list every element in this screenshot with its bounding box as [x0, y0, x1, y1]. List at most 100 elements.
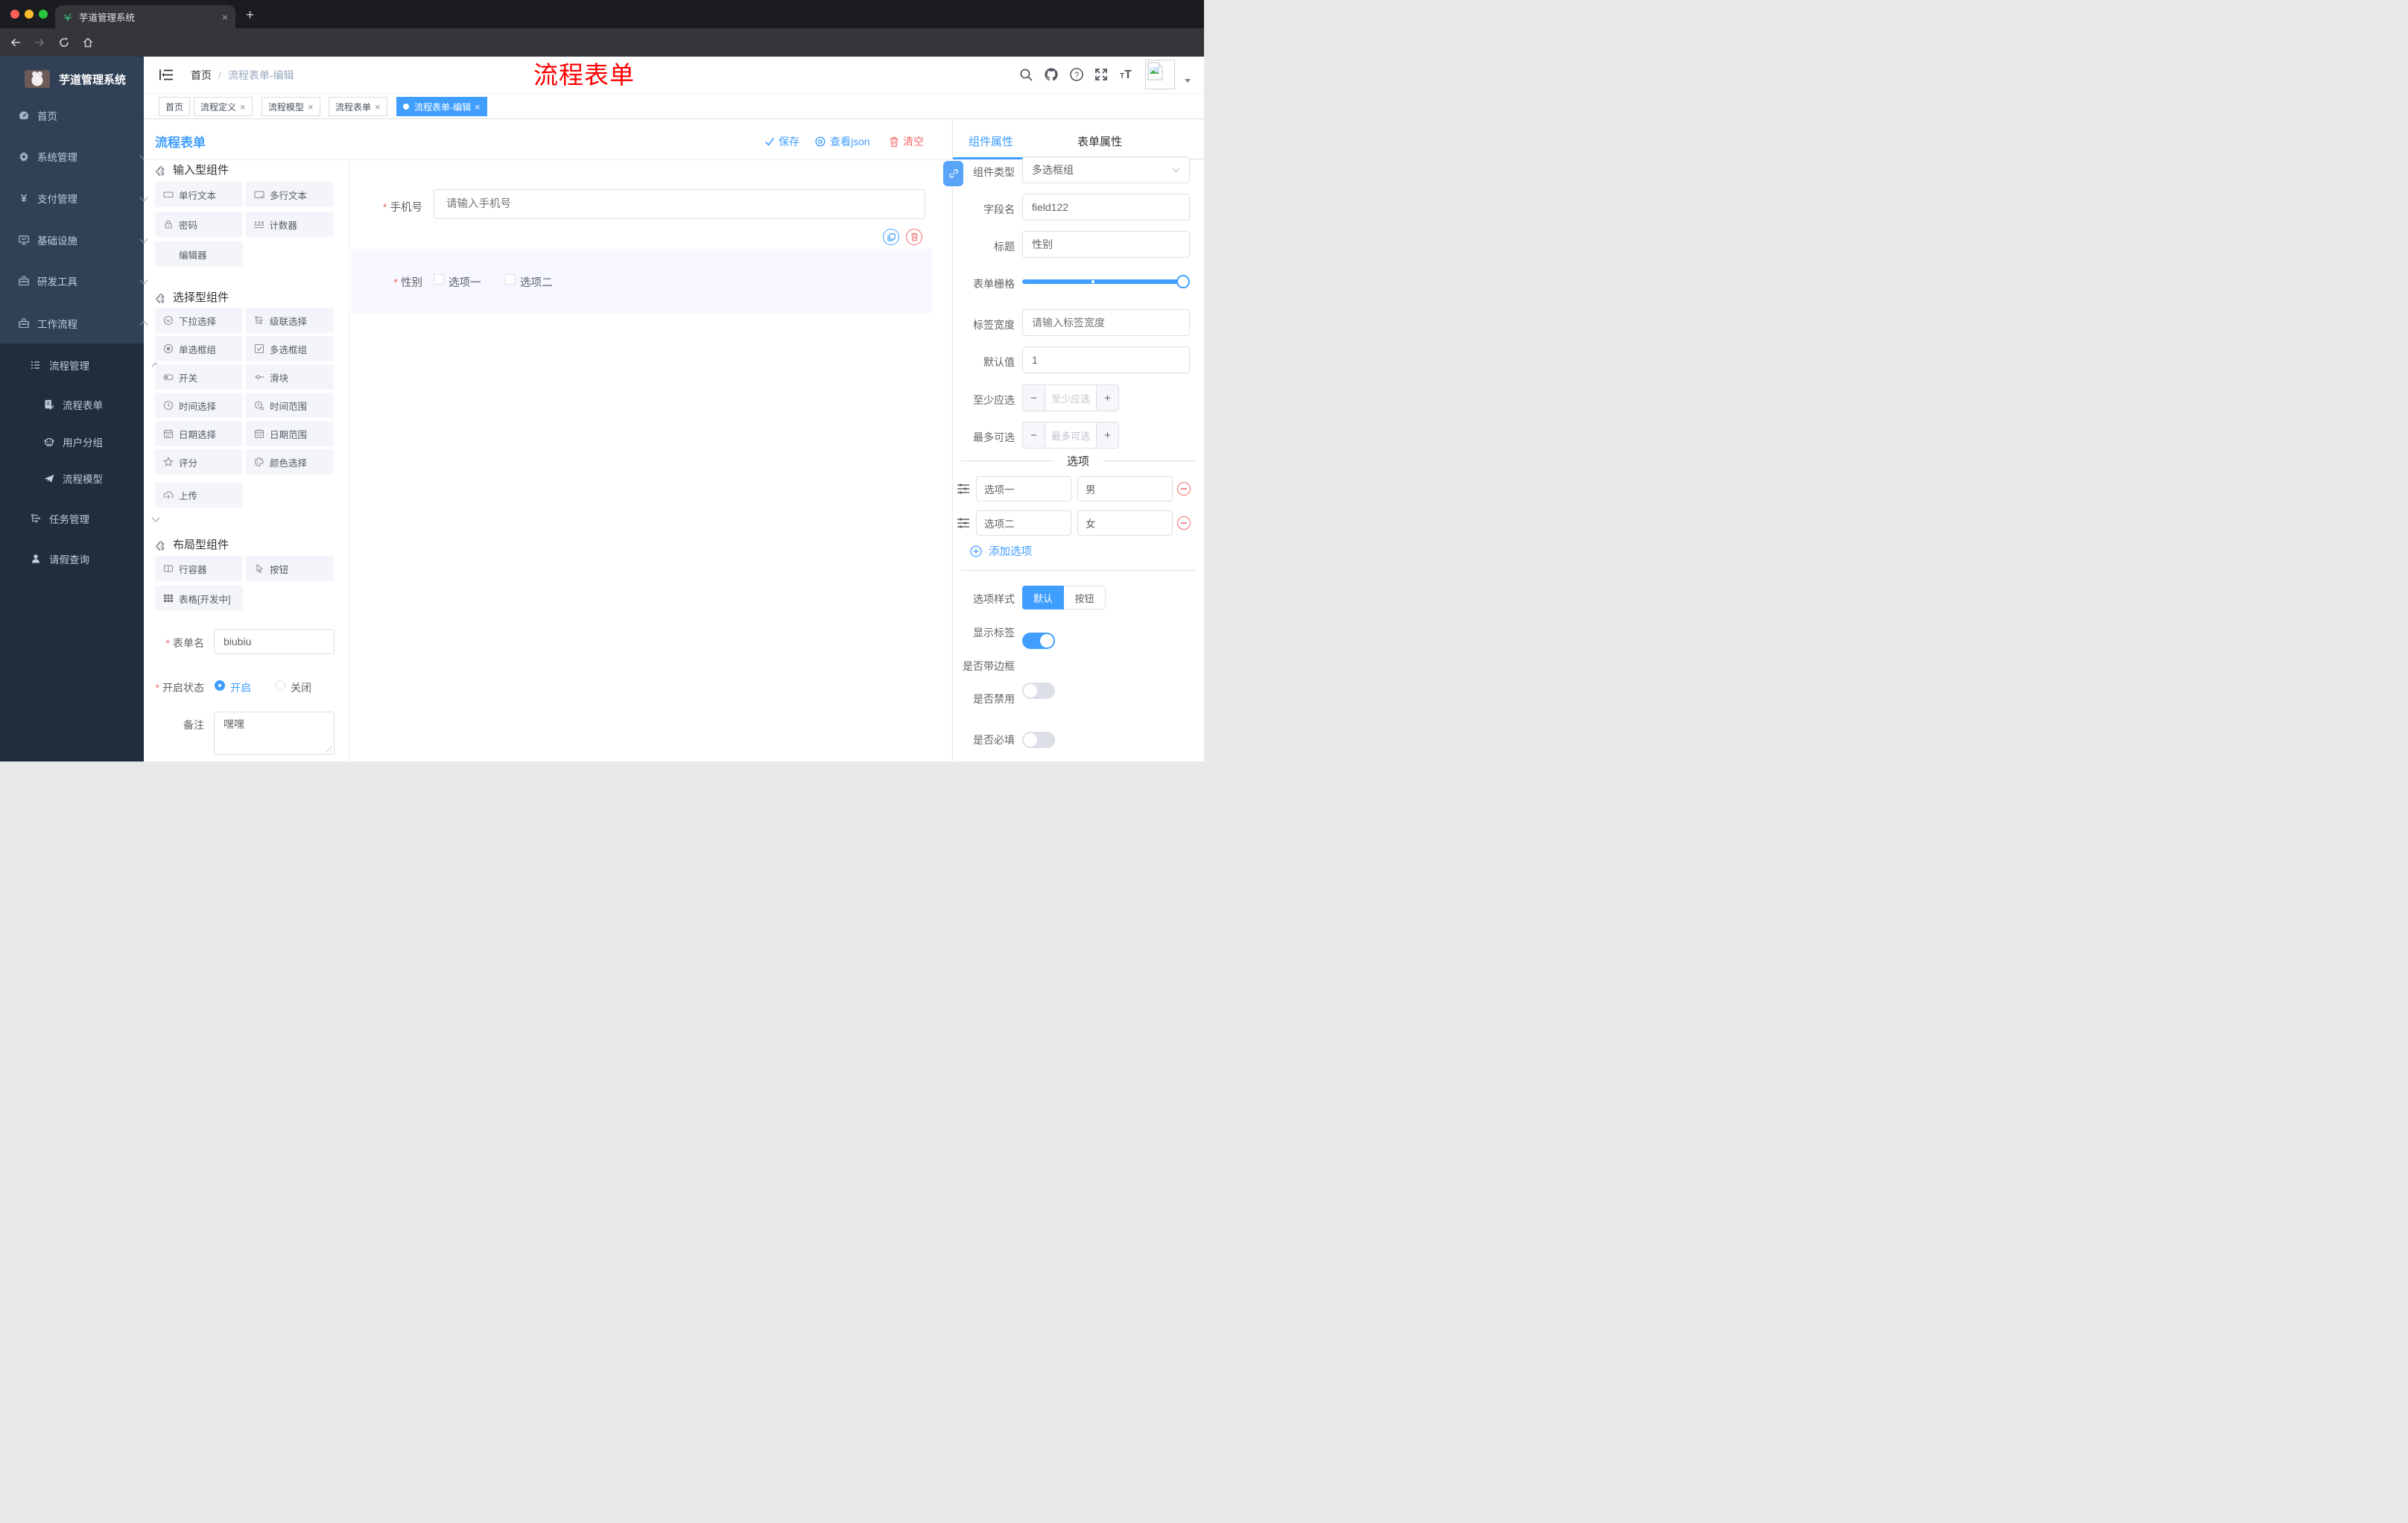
- palette-item-button[interactable]: 按钮: [246, 556, 334, 581]
- min-select-placeholder[interactable]: 至少应选: [1045, 391, 1096, 405]
- option2-value-input[interactable]: [1077, 510, 1173, 536]
- sidebar-logo[interactable]: 芋道管理系统: [0, 57, 144, 101]
- copy-component-button[interactable]: [883, 229, 899, 245]
- title-input[interactable]: [1022, 231, 1190, 258]
- palette-item-row-container[interactable]: 行容器: [155, 556, 243, 581]
- border-toggle[interactable]: [1022, 683, 1055, 699]
- traffic-light-close[interactable]: [10, 10, 19, 19]
- field-name-input[interactable]: [1022, 194, 1190, 221]
- resize-handle[interactable]: [326, 746, 332, 753]
- form-name-input[interactable]: [214, 629, 335, 654]
- palette-item-color-picker[interactable]: 颜色选择: [246, 449, 334, 475]
- tag-close-icon[interactable]: ×: [308, 101, 314, 113]
- remove-option1-button[interactable]: [1177, 482, 1191, 495]
- sidebar-item-infra[interactable]: 基础设施: [0, 221, 162, 259]
- tag-close-icon[interactable]: ×: [240, 101, 246, 113]
- default-value-input[interactable]: [1022, 346, 1190, 373]
- palette-item-slider[interactable]: 滑块: [246, 364, 334, 390]
- status-off-label[interactable]: 关闭: [291, 680, 311, 695]
- sidebar-item-process-mgmt[interactable]: 流程管理: [0, 346, 174, 384]
- forward-icon[interactable]: [34, 37, 45, 48]
- fullscreen-icon[interactable]: [1094, 68, 1108, 81]
- sidebar-item-task-mgmt[interactable]: 任务管理: [0, 500, 174, 537]
- grid-slider-track[interactable]: [1022, 279, 1183, 284]
- palette-item-time-range[interactable]: 时间范围: [246, 393, 334, 418]
- option1-label-input[interactable]: [976, 476, 1071, 501]
- palette-item-radio-group[interactable]: 单选框组: [155, 336, 243, 361]
- github-icon[interactable]: [1044, 67, 1059, 82]
- sidebar-item-devtools[interactable]: 研发工具: [0, 262, 162, 300]
- palette-item-date-range[interactable]: 日期范围: [246, 421, 334, 446]
- stepper-minus-button[interactable]: −: [1023, 422, 1045, 448]
- palette-item-multi-text[interactable]: 多行文本: [246, 182, 334, 207]
- font-size-icon[interactable]: TT: [1120, 69, 1132, 82]
- back-icon[interactable]: [10, 37, 22, 48]
- palette-item-date-picker[interactable]: 日期选择: [155, 421, 243, 446]
- label-width-input[interactable]: [1022, 309, 1190, 336]
- new-tab-button[interactable]: +: [246, 7, 254, 24]
- search-icon[interactable]: [1019, 68, 1033, 82]
- gender-option2-label[interactable]: 选项二: [520, 274, 553, 290]
- remove-option2-button[interactable]: [1177, 516, 1191, 530]
- gender-option1-label[interactable]: 选项一: [449, 274, 481, 290]
- browser-tab[interactable]: 芋道管理系统 ×: [55, 5, 235, 28]
- traffic-light-zoom[interactable]: [39, 10, 48, 19]
- palette-item-switch[interactable]: 开关: [155, 364, 243, 390]
- help-icon[interactable]: ?: [1069, 67, 1084, 82]
- status-on-label[interactable]: 开启: [230, 680, 251, 695]
- option-style-button-button[interactable]: 按钮: [1064, 586, 1106, 609]
- status-on-radio[interactable]: [215, 680, 225, 691]
- option2-label-input[interactable]: [976, 510, 1071, 536]
- palette-item-cascader[interactable]: 级联选择: [246, 308, 334, 333]
- stepper-minus-button[interactable]: −: [1023, 385, 1045, 411]
- delete-component-button[interactable]: [906, 229, 922, 245]
- palette-item-dropdown[interactable]: 下拉选择: [155, 308, 243, 333]
- tab-close-icon[interactable]: ×: [222, 11, 228, 23]
- palette-item-upload[interactable]: 上传: [155, 482, 243, 507]
- tab-form-props[interactable]: 表单属性: [1077, 133, 1122, 149]
- home-icon[interactable]: [82, 37, 94, 48]
- stepper-plus-button[interactable]: +: [1096, 385, 1118, 411]
- tab-component-props[interactable]: 组件属性: [969, 133, 1013, 149]
- stepper-plus-button[interactable]: +: [1096, 422, 1118, 448]
- traffic-light-minimize[interactable]: [25, 10, 34, 19]
- grid-slider-handle[interactable]: [1176, 275, 1190, 288]
- gender-option2-checkbox[interactable]: [505, 274, 516, 285]
- palette-item-password[interactable]: 密码: [155, 212, 243, 237]
- show-label-toggle[interactable]: [1022, 633, 1055, 649]
- breadcrumb-home[interactable]: 首页: [191, 68, 212, 83]
- gender-option1-checkbox[interactable]: [434, 274, 444, 285]
- palette-item-single-text[interactable]: 单行文本: [155, 182, 243, 207]
- drag-handle-icon[interactable]: [957, 516, 970, 530]
- tag-process-form[interactable]: 流程表单 ×: [329, 97, 387, 116]
- tag-close-icon[interactable]: ×: [475, 101, 481, 113]
- sidebar-item-payment[interactable]: ¥ 支付管理: [0, 180, 162, 217]
- status-off-radio[interactable]: [275, 680, 285, 691]
- max-select-placeholder[interactable]: 最多可选: [1045, 428, 1096, 443]
- tag-process-form-edit[interactable]: 流程表单-编辑 ×: [396, 97, 487, 116]
- add-option-button[interactable]: 添加选项: [970, 543, 1032, 559]
- sidebar-item-leave-query[interactable]: 请假查询: [0, 540, 174, 577]
- palette-item-counter[interactable]: 123 计数器: [246, 212, 334, 237]
- option1-value-input[interactable]: [1077, 476, 1173, 501]
- tag-close-icon[interactable]: ×: [375, 101, 381, 113]
- palette-item-time-picker[interactable]: 时间选择: [155, 393, 243, 418]
- palette-item-editor[interactable]: 编辑器: [155, 241, 243, 267]
- palette-item-table[interactable]: 表格[开发中]: [155, 586, 243, 611]
- disabled-toggle[interactable]: [1022, 732, 1055, 748]
- phone-field-input[interactable]: [434, 189, 925, 219]
- save-button[interactable]: 保存: [764, 134, 799, 149]
- palette-item-rate[interactable]: 评分: [155, 449, 243, 475]
- sidebar-collapse-icon[interactable]: [159, 69, 174, 81]
- palette-item-checkbox-group[interactable]: 多选框组: [246, 336, 334, 361]
- option-style-default-button[interactable]: 默认: [1022, 586, 1064, 609]
- view-json-button[interactable]: 查看json: [814, 134, 870, 149]
- reload-icon[interactable]: [58, 37, 70, 48]
- sidebar-item-home[interactable]: 首页: [0, 97, 162, 134]
- component-type-select[interactable]: 多选框组: [1022, 156, 1190, 183]
- drag-handle-icon[interactable]: [957, 482, 970, 495]
- clear-button[interactable]: 清空: [889, 134, 924, 149]
- avatar-caret-icon[interactable]: [1185, 79, 1191, 83]
- tag-process-definition[interactable]: 流程定义 ×: [194, 97, 253, 116]
- tag-home[interactable]: 首页: [159, 97, 191, 116]
